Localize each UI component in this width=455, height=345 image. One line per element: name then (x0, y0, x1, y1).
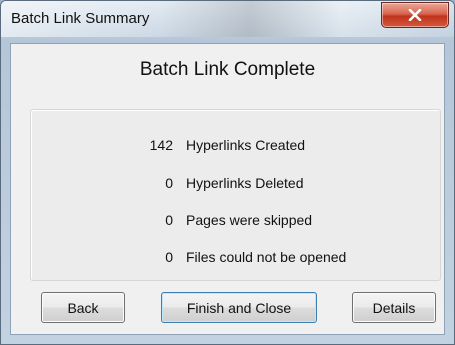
details-button[interactable]: Details (352, 292, 436, 323)
stat-count: 0 (165, 249, 173, 265)
stat-row-hyperlinks-created: 142 Hyperlinks Created (31, 137, 440, 157)
stat-row-files-not-opened: 0 Files could not be opened (31, 249, 440, 269)
title-bar[interactable]: Batch Link Summary (1, 1, 454, 37)
stat-label: Files could not be opened (186, 249, 347, 265)
close-button[interactable] (381, 2, 449, 28)
stat-label: Hyperlinks Deleted (186, 175, 304, 191)
stat-row-hyperlinks-deleted: 0 Hyperlinks Deleted (31, 175, 440, 195)
stat-label: Pages were skipped (186, 212, 313, 228)
stat-count: 0 (165, 175, 173, 191)
stat-count: 142 (149, 137, 173, 153)
dialog-heading: Batch Link Complete (139, 59, 316, 80)
close-icon (408, 9, 422, 21)
back-button[interactable]: Back (41, 292, 125, 323)
window-title: Batch Link Summary (11, 10, 150, 27)
stat-count: 0 (165, 212, 173, 228)
batch-link-summary-window: Batch Link Summary Batch Link Complete 1… (0, 0, 455, 345)
dialog-content: Batch Link Complete 142 Hyperlinks Creat… (10, 43, 445, 335)
summary-panel: 142 Hyperlinks Created 0 Hyperlinks Dele… (30, 109, 441, 281)
stat-row-pages-skipped: 0 Pages were skipped (31, 212, 440, 232)
finish-and-close-button[interactable]: Finish and Close (161, 292, 317, 323)
stat-label: Hyperlinks Created (186, 137, 306, 153)
